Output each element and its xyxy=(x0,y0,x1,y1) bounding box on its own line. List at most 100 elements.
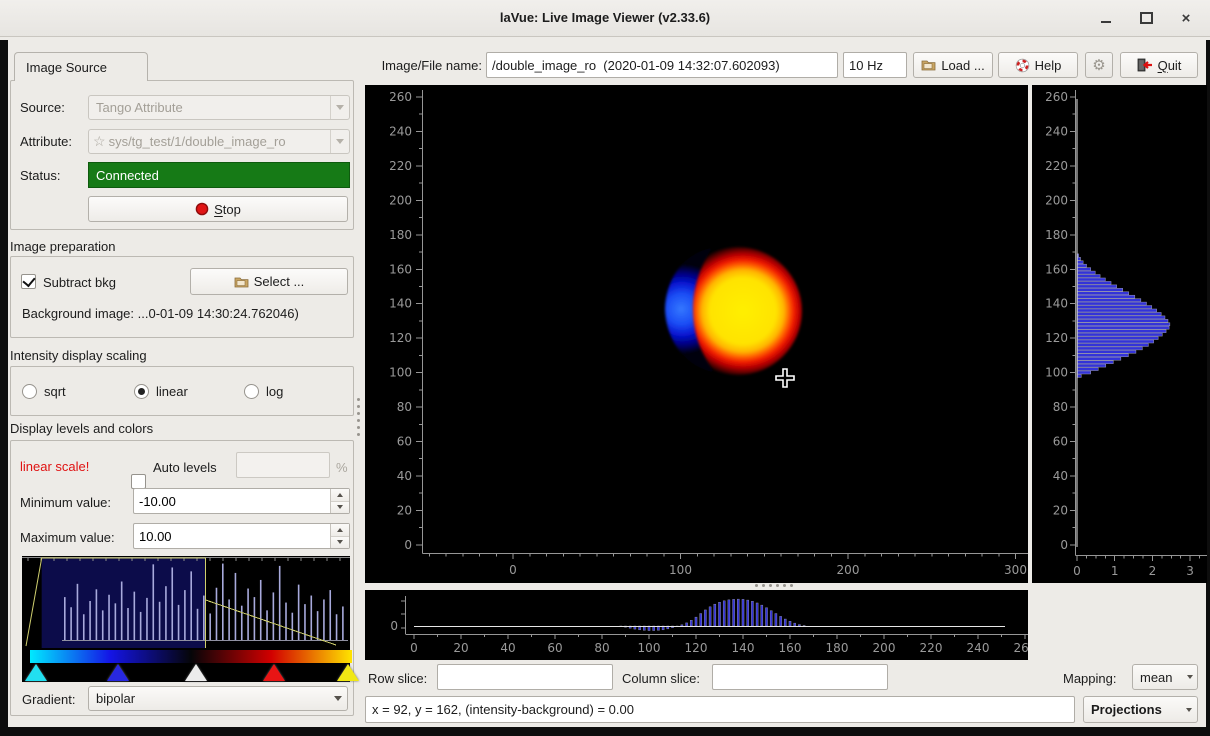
radio-log[interactable]: log xyxy=(244,384,283,399)
image-blob xyxy=(665,247,802,375)
subtract-bkg-label: Subtract bkg xyxy=(43,275,116,290)
minimum-value-spin-buttons[interactable] xyxy=(330,489,349,513)
file-name-input[interactable] xyxy=(486,52,838,78)
help-button[interactable]: Help xyxy=(998,52,1078,78)
gradient-combobox[interactable]: bipolar xyxy=(88,686,348,711)
svg-text:0: 0 xyxy=(390,619,398,633)
maximum-value-input[interactable] xyxy=(134,524,330,548)
background-image-text: Background image: ...0-01-09 14:30:24.76… xyxy=(22,306,299,321)
radio-linear[interactable]: linear xyxy=(134,384,188,399)
auto-levels-checkbox[interactable] xyxy=(131,474,146,489)
spin-up-icon[interactable] xyxy=(331,489,349,502)
svg-text:200: 200 xyxy=(873,641,896,655)
minimum-value-input[interactable] xyxy=(134,489,330,513)
gradient-marker-blue[interactable] xyxy=(107,664,129,681)
mapping-combobox[interactable]: mean xyxy=(1132,664,1198,690)
load-button[interactable]: Load ... xyxy=(913,52,993,78)
pixel-status-text: x = 92, y = 162, (intensity-background) … xyxy=(372,702,634,717)
levels-histogram-plot[interactable] xyxy=(22,556,350,648)
svg-text:120: 120 xyxy=(685,641,708,655)
radio-sqrt[interactable]: sqrt xyxy=(22,384,66,399)
tab-image-source[interactable]: Image Source xyxy=(14,52,148,81)
stop-icon xyxy=(195,202,209,216)
maximum-value-label: Maximum value: xyxy=(20,530,115,545)
gradient-marker-red[interactable] xyxy=(263,664,285,681)
window-bottom-edge xyxy=(0,727,1210,736)
svg-text:1: 1 xyxy=(1111,564,1119,578)
svg-text:220: 220 xyxy=(1045,159,1068,173)
maximum-value-spin-buttons[interactable] xyxy=(330,524,349,548)
file-name-label: Image/File name: xyxy=(366,58,482,73)
svg-text:60: 60 xyxy=(547,641,562,655)
source-combobox[interactable]: Tango Attribute xyxy=(88,95,350,120)
levels-histogram-widget[interactable] xyxy=(22,556,350,682)
maximize-icon[interactable] xyxy=(1133,8,1159,28)
mapping-value: mean xyxy=(1140,670,1173,685)
stop-button[interactable]: Stop xyxy=(88,196,348,222)
tab-image-source-label: Image Source xyxy=(26,60,107,75)
select-background-button[interactable]: Select ... xyxy=(190,268,348,295)
spin-down-icon[interactable] xyxy=(331,502,349,514)
svg-text:0: 0 xyxy=(1060,538,1068,552)
select-background-label: Select ... xyxy=(254,274,305,289)
gradient-marker-cyan[interactable] xyxy=(25,664,47,681)
exit-door-icon xyxy=(1137,58,1153,72)
svg-text:200: 200 xyxy=(1045,193,1068,207)
spin-down-icon[interactable] xyxy=(331,537,349,549)
radio-linear-circle xyxy=(134,384,149,399)
svg-text:40: 40 xyxy=(500,641,515,655)
svg-text:160: 160 xyxy=(1045,262,1068,276)
status-value: Connected xyxy=(96,168,159,183)
gradient-marker-white[interactable] xyxy=(185,664,207,681)
svg-text:40: 40 xyxy=(1053,469,1068,483)
projections-combobox[interactable]: Projections xyxy=(1083,696,1198,723)
vertical-projection-plot[interactable]: 0204060801001201401601802002202402600123 xyxy=(1032,85,1207,583)
main-image-plot[interactable]: 0204060801001201401601802002202402600100… xyxy=(365,85,1028,583)
svg-text:260: 260 xyxy=(1014,641,1028,655)
column-slice-input[interactable] xyxy=(712,664,888,690)
settings-button[interactable]: ⚙ xyxy=(1085,52,1113,78)
refresh-rate-field[interactable] xyxy=(843,52,907,78)
svg-text:120: 120 xyxy=(1045,331,1068,345)
attribute-combobox[interactable]: ☆ sys/tg_test/1/double_image_ro xyxy=(88,129,350,154)
radio-log-label: log xyxy=(266,384,283,399)
stop-button-label: Stop xyxy=(214,202,241,217)
chevron-down-icon xyxy=(329,687,347,710)
close-icon[interactable]: × xyxy=(1173,8,1199,28)
source-value: Tango Attribute xyxy=(96,100,183,115)
svg-text:200: 200 xyxy=(389,193,412,207)
svg-text:100: 100 xyxy=(389,366,412,380)
minimum-value-spinbox[interactable] xyxy=(133,488,350,514)
chevron-down-icon[interactable] xyxy=(330,130,349,153)
status-label: Status: xyxy=(20,168,60,183)
subtract-bkg-checkbox[interactable] xyxy=(21,274,36,289)
svg-text:160: 160 xyxy=(389,262,412,276)
intensity-scaling-title: Intensity display scaling xyxy=(10,348,147,363)
svg-text:120: 120 xyxy=(389,331,412,345)
vertical-splitter-handle[interactable] xyxy=(357,398,360,436)
maximum-value-spinbox[interactable] xyxy=(133,523,350,549)
horizontal-projection-plot[interactable]: 0020406080100120140160180200220240260 xyxy=(365,590,1028,660)
chevron-down-icon xyxy=(330,96,349,119)
minimize-icon[interactable] xyxy=(1093,8,1119,28)
svg-text:20: 20 xyxy=(397,503,412,517)
horizontal-splitter-handle[interactable] xyxy=(755,584,793,587)
mapping-label: Mapping: xyxy=(1063,671,1116,686)
title-bar[interactable]: laVue: Live Image Viewer (v2.33.6) × xyxy=(0,0,1210,37)
quit-button[interactable]: Quit xyxy=(1120,52,1198,78)
auto-levels-percent-input[interactable] xyxy=(236,452,330,478)
svg-text:180: 180 xyxy=(826,641,849,655)
radio-sqrt-label: sqrt xyxy=(44,384,66,399)
pixel-status-field: x = 92, y = 162, (intensity-background) … xyxy=(365,696,1075,723)
row-slice-input[interactable] xyxy=(437,664,613,690)
help-button-label: Help xyxy=(1035,58,1062,73)
svg-text:240: 240 xyxy=(967,641,990,655)
svg-text:80: 80 xyxy=(1053,400,1068,414)
spin-up-icon[interactable] xyxy=(331,524,349,537)
star-icon: ☆ xyxy=(93,133,106,150)
svg-text:160: 160 xyxy=(779,641,802,655)
svg-text:240: 240 xyxy=(389,124,412,138)
gradient-marker-yellow[interactable] xyxy=(337,664,359,681)
chevron-down-icon xyxy=(1183,665,1197,689)
svg-text:100: 100 xyxy=(638,641,661,655)
